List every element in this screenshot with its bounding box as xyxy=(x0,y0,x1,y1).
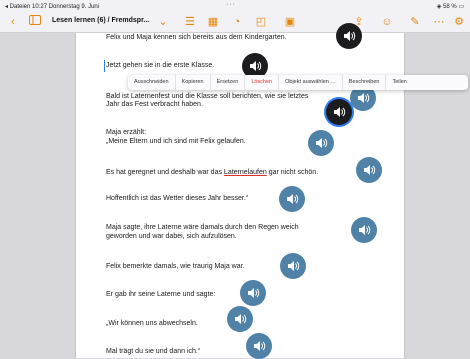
audio-speaker-button-selected[interactable] xyxy=(326,99,352,125)
text-line[interactable]: Mal trägt du sie und dann ich.“ xyxy=(106,348,200,357)
speaker-icon xyxy=(316,138,328,148)
text-line[interactable]: Jetzt gehen sie in die erste Klasse. xyxy=(106,62,214,71)
text-line[interactable]: Es hat geregnet und deshalb war das Late… xyxy=(106,169,318,178)
chart-icon[interactable]: ◔ xyxy=(230,15,244,29)
shapes-icon[interactable]: ◰ xyxy=(254,15,268,29)
menu-item-delete[interactable]: Löschen xyxy=(245,75,280,90)
text-line[interactable]: Felix und Maja kennen sich bereits aus d… xyxy=(106,34,287,43)
menu-item-select-object[interactable]: Objekt auswählen … xyxy=(279,75,343,90)
speaker-icon xyxy=(287,194,299,204)
audio-speaker-button[interactable] xyxy=(246,333,272,359)
text-line[interactable]: Maja sagte, ihre Laterne wäre damals dur… xyxy=(106,224,299,233)
spelling-error[interactable]: Laternelaufen xyxy=(224,169,267,176)
status-right: ◈ 58 % ▭ xyxy=(436,4,464,10)
audio-speaker-button[interactable] xyxy=(240,280,266,306)
text-line[interactable]: „Meine Eltern und ich sind mit Felix gel… xyxy=(106,138,246,147)
speaker-icon xyxy=(288,261,300,271)
menu-item-cut[interactable]: Ausschneiden xyxy=(128,75,176,90)
sidebar-icon[interactable] xyxy=(28,15,42,29)
text-line[interactable]: Maja erzählt: xyxy=(106,129,146,138)
speaker-icon xyxy=(358,93,370,103)
more-icon[interactable]: ⋯ xyxy=(432,15,446,29)
toolbar: ‹ Lesen lernen (6) / Fremdspr... ⌄ ☰ ▦ ◔… xyxy=(0,12,470,33)
collaborate-icon[interactable]: ☺ xyxy=(380,15,394,29)
audio-speaker-button[interactable] xyxy=(336,23,362,49)
speaker-icon xyxy=(235,314,247,324)
speaker-icon xyxy=(364,165,376,175)
multitasking-dots[interactable]: ··· xyxy=(226,1,236,8)
speaker-icon xyxy=(250,61,262,71)
document-title[interactable]: Lesen lernen (6) / Fremdspr... xyxy=(52,17,149,24)
audio-speaker-button[interactable] xyxy=(308,130,334,156)
speaker-icon xyxy=(248,288,260,298)
speaker-icon xyxy=(344,31,356,41)
text-line[interactable]: „Wir können uns abwechseln. xyxy=(106,320,198,329)
text-line[interactable]: Felix bemerkte damals, wie traurig Maja … xyxy=(106,263,245,272)
format-icon[interactable]: ⚙ xyxy=(452,15,466,29)
audio-speaker-button[interactable] xyxy=(227,306,253,332)
menu-item-share[interactable]: Teilen xyxy=(386,75,412,90)
audio-speaker-button[interactable] xyxy=(356,157,382,183)
status-bar: ◂ Dateien 10:27 Donnerstag 9. Juni ··· ◈… xyxy=(0,0,470,12)
audio-speaker-button[interactable] xyxy=(279,186,305,212)
back-chevron-icon[interactable]: ‹ xyxy=(6,15,20,29)
menu-item-replace[interactable]: Ersetzen xyxy=(211,75,246,90)
text-fragment: Es hat geregnet und deshalb war das xyxy=(106,169,224,176)
audio-speaker-button[interactable] xyxy=(280,253,306,279)
speaker-icon xyxy=(359,225,371,235)
audio-speaker-button[interactable] xyxy=(351,217,377,243)
speaker-icon xyxy=(254,341,266,351)
text-line[interactable]: Hoffentlich ist das Wetter dieses Jahr b… xyxy=(106,195,248,204)
menu-item-describe[interactable]: Beschreiben xyxy=(343,75,387,90)
text-cursor xyxy=(104,60,105,72)
context-menu: Ausschneiden Kopieren Ersetzen Löschen O… xyxy=(128,75,468,90)
table-icon[interactable]: ▦ xyxy=(206,15,220,29)
pencil-icon[interactable]: ✎ xyxy=(408,15,422,29)
list-icon[interactable]: ☰ xyxy=(183,15,197,29)
media-icon[interactable]: ▣ xyxy=(283,15,297,29)
text-line[interactable]: Er gab ihr seine Laterne und sagte: xyxy=(106,291,215,300)
text-line[interactable]: geworden und war dabei, sich aufzulösen. xyxy=(106,233,237,242)
text-fragment: gar nicht schön. xyxy=(266,169,319,176)
status-left: ◂ Dateien 10:27 Donnerstag 9. Juni xyxy=(5,4,100,10)
text-line[interactable]: Jahr das Fest verbracht haben. xyxy=(106,101,203,110)
chevron-down-icon[interactable]: ⌄ xyxy=(156,15,170,29)
menu-item-copy[interactable]: Kopieren xyxy=(176,75,211,90)
speaker-icon xyxy=(334,107,346,117)
